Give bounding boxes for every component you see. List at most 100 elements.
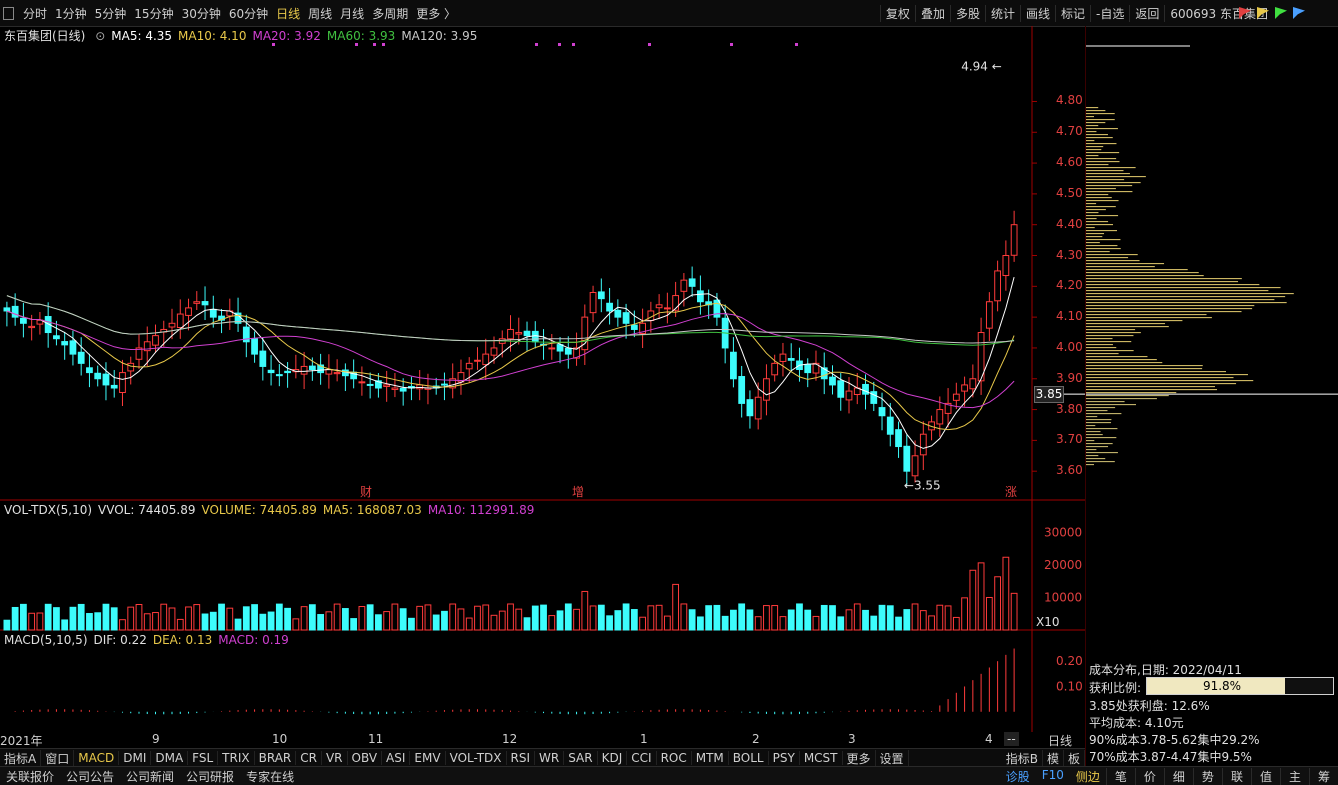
indicator-tab[interactable]: BOLL	[729, 751, 769, 765]
indicator-tab[interactable]: WR	[535, 751, 565, 765]
volume-bar	[771, 605, 779, 631]
side-tab[interactable]: 主	[1279, 767, 1309, 785]
collapse-icon[interactable]: ⊙	[95, 29, 105, 43]
indicator-tab[interactable]: 指标A	[0, 749, 42, 767]
volume-bar	[573, 608, 580, 631]
volume-bar	[498, 610, 506, 631]
period-tab[interactable]: 60分钟	[225, 5, 272, 22]
indicator-tab[interactable]: RSI	[507, 751, 536, 765]
side-tab[interactable]: 筹	[1308, 767, 1338, 785]
volume-bar	[829, 605, 836, 631]
tool-button[interactable]: 标记	[1055, 4, 1090, 22]
candle-body	[548, 347, 556, 350]
candle-body	[267, 369, 275, 374]
toolbar-icon[interactable]	[1239, 7, 1251, 19]
period-tab[interactable]: 分时	[19, 5, 51, 22]
macd-y-tick: 0.20	[1056, 654, 1083, 668]
indicator-tab[interactable]: DMA	[151, 751, 189, 765]
indicator-tab[interactable]: 更多	[843, 749, 876, 767]
indicator-tab[interactable]: CR	[296, 751, 322, 765]
indicator-tab[interactable]: KDJ	[598, 751, 628, 765]
side-tab[interactable]: 价	[1134, 767, 1164, 785]
volume-bar	[86, 613, 93, 631]
indicator-tab[interactable]: CCI	[627, 751, 657, 765]
status-link[interactable]: 公司研报	[180, 768, 240, 785]
status-link[interactable]: 专家在线	[240, 768, 300, 785]
event-dot	[535, 43, 538, 46]
volume-bar	[176, 618, 184, 631]
period-tab[interactable]: 30分钟	[178, 5, 225, 22]
kline-chart[interactable]: 4.94 ← ←3.55 财 增 涨 30000 20000 10000 X10 0.20 0.10	[0, 26, 1085, 732]
period-tab[interactable]: 多周期	[368, 5, 412, 22]
side-tab[interactable]: 联	[1221, 767, 1251, 785]
candle-body	[168, 322, 176, 328]
cost-date-line: 成本分布,日期: 2022/04/11	[1089, 663, 1242, 677]
indicator-tab[interactable]: VOL-TDX	[446, 751, 507, 765]
tool-button[interactable]: 画线	[1019, 4, 1055, 22]
x-axis-button[interactable]: --	[1004, 732, 1019, 746]
period-label[interactable]: 日线	[1048, 732, 1072, 749]
indicator-tab[interactable]: TRIX	[218, 751, 255, 765]
indicator-tab[interactable]: OBV	[348, 751, 383, 765]
tool-button[interactable]: 多股	[949, 4, 985, 22]
candle-body	[185, 307, 192, 316]
y-tick-label: 3.80	[1056, 401, 1083, 416]
period-tab[interactable]: 月线	[336, 5, 368, 22]
side-tab[interactable]: 势	[1192, 767, 1222, 785]
volume-bar	[61, 619, 69, 631]
candle-body	[903, 445, 911, 472]
indicator-right-tab[interactable]: 模	[1043, 749, 1064, 767]
indicator-tab[interactable]: DMI	[119, 751, 152, 765]
indicator-tab[interactable]: FSL	[188, 751, 219, 765]
toolbar-icon[interactable]	[1275, 7, 1287, 19]
candle-body	[53, 335, 60, 340]
indicator-tab[interactable]: MCST	[800, 751, 843, 765]
period-tab[interactable]: 日线	[272, 5, 304, 22]
indicator-tab[interactable]: 设置	[876, 749, 909, 767]
volume-bar	[317, 614, 325, 631]
indicator-tab[interactable]: EMV	[410, 751, 446, 765]
x-axis: 2021年 9 10 11 12 1 2 3 4 -- 日线	[0, 732, 1085, 748]
indicator-right-tab[interactable]: 指标B	[1002, 749, 1043, 767]
indicator-tab[interactable]: PSY	[769, 751, 800, 765]
indicator-tab[interactable]: BRAR	[255, 751, 297, 765]
status-mid-link[interactable]: 侧边	[1070, 768, 1106, 785]
tool-button[interactable]: 返回	[1129, 4, 1164, 22]
toolbar-icon[interactable]	[1257, 7, 1269, 19]
period-tab[interactable]: 1分钟	[51, 5, 91, 22]
side-tab[interactable]: 细	[1163, 767, 1193, 785]
tool-button[interactable]: 复权	[879, 4, 915, 22]
volume-bar	[672, 583, 680, 631]
candle-body	[655, 304, 663, 309]
indicator-tab[interactable]: ROC	[657, 751, 692, 765]
volume-bar	[259, 613, 267, 631]
tool-button[interactable]: 叠加	[914, 4, 950, 22]
status-mid-link[interactable]: F10	[1036, 768, 1070, 785]
candle-body	[936, 409, 944, 425]
indicator-tab[interactable]: SAR	[564, 751, 598, 765]
period-tab[interactable]: 15分钟	[130, 5, 177, 22]
status-link[interactable]: 公司新闻	[120, 768, 180, 785]
tool-button[interactable]: 统计	[984, 4, 1020, 22]
volume-bar	[350, 618, 358, 631]
side-tab[interactable]: 值	[1250, 767, 1280, 785]
toggle-checkbox[interactable]	[3, 6, 14, 20]
volume-bar	[3, 619, 11, 631]
status-link[interactable]: 公司公告	[60, 768, 120, 785]
toolbar-icon[interactable]	[1293, 7, 1305, 19]
period-tab[interactable]: 周线	[304, 5, 336, 22]
candle-body	[441, 383, 448, 386]
period-tab[interactable]: 5分钟	[91, 5, 131, 22]
indicator-tab[interactable]: MTM	[692, 751, 729, 765]
indicator-tab[interactable]: MACD	[74, 751, 120, 765]
status-mid-link[interactable]: 诊股	[1000, 768, 1036, 785]
tool-button[interactable]: -自选	[1090, 4, 1129, 22]
x-axis-label: 2	[752, 732, 760, 746]
indicator-tab[interactable]: VR	[322, 751, 348, 765]
indicator-right-tab[interactable]: 板	[1064, 749, 1085, 767]
indicator-tab[interactable]: 窗口	[41, 749, 75, 767]
indicator-tab[interactable]: ASI	[382, 751, 411, 765]
side-tab[interactable]: 笔	[1105, 767, 1135, 785]
period-tab[interactable]: 更多 〉	[412, 5, 460, 22]
status-link[interactable]: 关联报价	[0, 768, 60, 785]
